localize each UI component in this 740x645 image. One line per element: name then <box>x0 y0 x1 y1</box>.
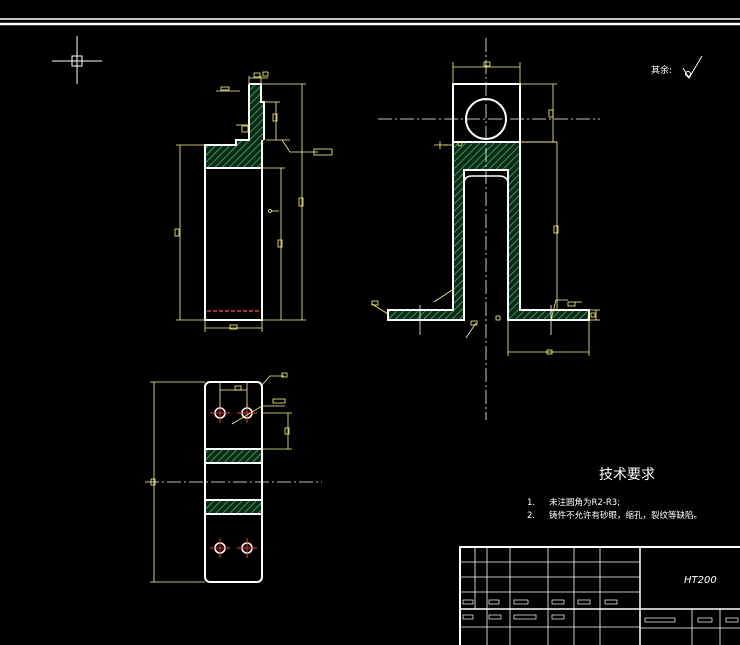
tech-title: 技术要求 <box>599 467 655 483</box>
roughness-label: 其余: <box>651 64 672 76</box>
roughness-check-icon <box>682 55 703 79</box>
technical-drawing: 其余: 技术要求 1. 未注圆角为R2-R3; 2. 铸件不允许有砂眼，缩孔，裂… <box>0 18 740 645</box>
side-view <box>174 71 333 332</box>
req-2-num: 2. <box>527 511 535 521</box>
technical-requirements: 技术要求 1. 未注圆角为R2-R3; 2. 铸件不允许有砂眼，缩孔，裂纹等缺陷… <box>527 467 702 521</box>
req-2-text: 铸件不允许有砂眼，缩孔，裂纹等缺陷。 <box>549 510 702 521</box>
material-label: HT200 <box>684 575 717 586</box>
req-1-num: 1. <box>527 498 535 508</box>
cad-drawing-canvas: 其余: 技术要求 1. 未注圆角为R2-R3; 2. 铸件不允许有砂眼，缩孔，裂… <box>0 0 740 645</box>
roughness-symbol: 其余: <box>651 55 703 79</box>
req-1-text: 未注圆角为R2-R3; <box>549 497 620 508</box>
title-block: HT200 <box>459 546 740 645</box>
sheet-border <box>0 18 740 26</box>
front-view <box>371 38 600 420</box>
top-view <box>145 372 322 583</box>
crosshair-cursor-icon <box>52 36 102 84</box>
